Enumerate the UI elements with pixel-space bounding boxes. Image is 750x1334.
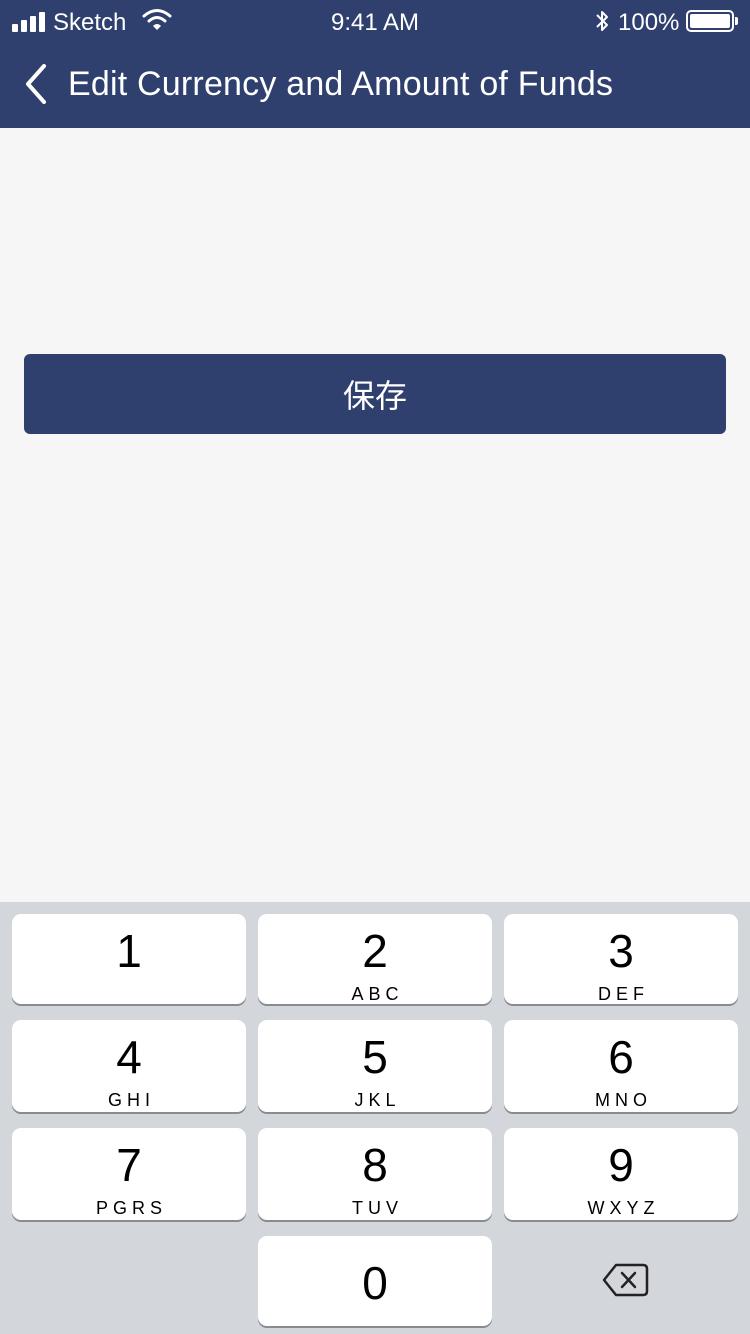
key-9[interactable]: 9 WXYZ (504, 1128, 738, 1220)
status-bar: Sketch 9:41 AM 100% (0, 0, 750, 44)
key-letters: GHI (107, 1090, 155, 1110)
key-3[interactable]: 3 DEF (504, 914, 738, 1004)
key-1[interactable]: 1 (12, 914, 246, 1004)
key-digit: 1 (116, 925, 142, 977)
battery-level (690, 14, 730, 28)
key-digit: 3 (608, 925, 634, 977)
key-letters: ABC (351, 984, 404, 1004)
key-5[interactable]: 5 JKL (258, 1020, 492, 1112)
key-digit: 4 (116, 1031, 142, 1083)
key-0[interactable]: 0 (258, 1236, 492, 1326)
key-8[interactable]: 8 TUV (258, 1128, 492, 1220)
page-title: Edit Currency and Amount of Funds (68, 65, 614, 103)
key-letters: PGRS (95, 1198, 167, 1218)
key-letters: DEF (598, 984, 649, 1004)
chevron-left-icon[interactable] (20, 60, 50, 108)
backspace-icon[interactable] (600, 1260, 650, 1300)
header: Sketch 9:41 AM 100% Edit Currency and Am… (0, 0, 750, 128)
key-digit: 0 (362, 1257, 388, 1309)
battery-icon (686, 10, 734, 32)
battery-nub (735, 17, 738, 25)
key-digit: 7 (116, 1139, 142, 1191)
key-digit: 6 (608, 1031, 634, 1083)
key-4[interactable]: 4 GHI (12, 1020, 246, 1112)
save-button[interactable]: 保存 (24, 354, 726, 434)
key-digit: 9 (608, 1139, 634, 1191)
key-digit: 8 (362, 1139, 388, 1191)
numeric-keypad: 1 2 ABC 3 DEF 4 GHI 5 JKL 6 MNO 7 PGRS 8… (0, 902, 750, 1334)
key-letters: MNO (595, 1090, 652, 1110)
battery-percent: 100% (618, 9, 680, 36)
key-letters: TUV (352, 1198, 403, 1218)
key-7[interactable]: 7 PGRS (12, 1128, 246, 1220)
bluetooth-icon (596, 11, 608, 31)
key-2[interactable]: 2 ABC (258, 914, 492, 1004)
key-6[interactable]: 6 MNO (504, 1020, 738, 1112)
key-letters: JKL (354, 1090, 401, 1110)
key-digit: 2 (362, 925, 388, 977)
key-digit: 5 (362, 1031, 388, 1083)
key-letters: WXYZ (587, 1198, 660, 1218)
